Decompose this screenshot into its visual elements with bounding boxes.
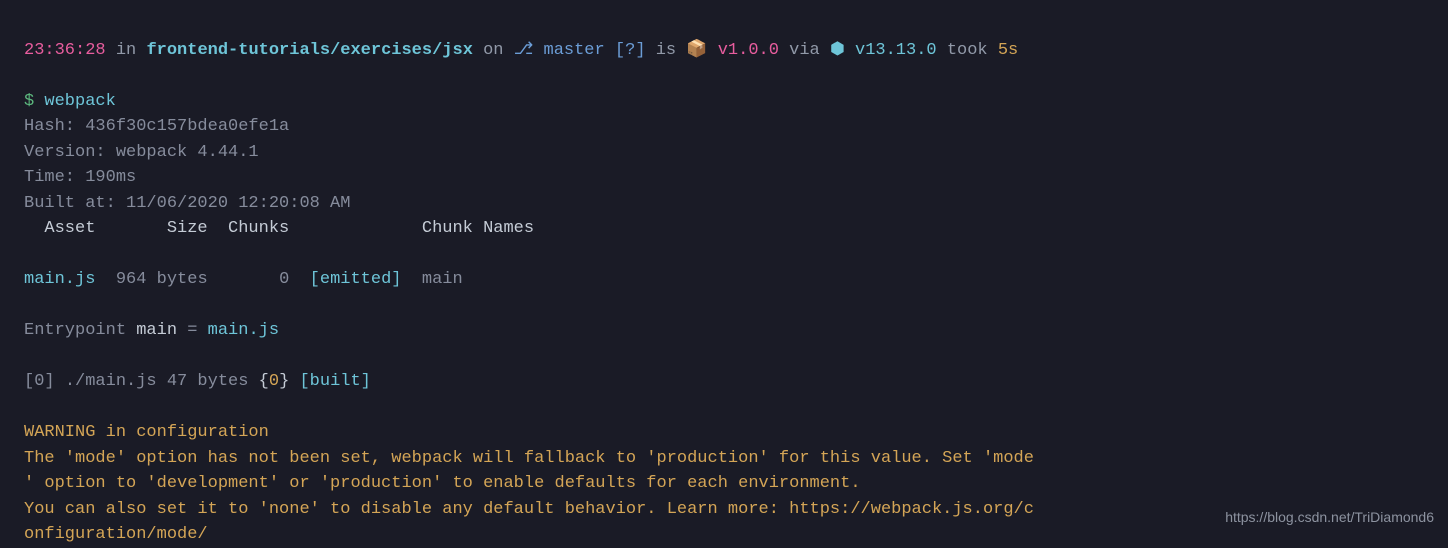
entrypoint-label: Entrypoint [24,321,136,340]
prompt-line: 23:36:28 in frontend-tutorials/exercises… [24,12,1424,63]
asset-emitted: [emitted] [289,270,422,289]
output-version: Version: webpack 4.44.1 [24,140,1424,166]
git-status: [?] [605,41,646,60]
node-icon: ⬢ [830,41,855,60]
prompt-time: 23:36:28 [24,41,106,60]
module-path: ./main.js 47 bytes [65,372,259,391]
module-chunk: 0 [269,372,279,391]
node-version: v13.13.0 [855,41,937,60]
package-icon: 📦 [686,41,717,60]
git-branch-icon: ⎇ [514,41,544,60]
module-built: [built] [289,372,371,391]
output-time: Time: 190ms [24,165,1424,191]
command-text: webpack [44,92,115,111]
prompt-path: frontend-tutorials/exercises/jsx [146,41,472,60]
prompt-via: via [779,41,830,60]
asset-size: 964 bytes [95,270,279,289]
git-branch: master [544,41,605,60]
output-built-at: Built at: 11/06/2020 12:20:08 AM [24,191,1424,217]
package-version: v1.0.0 [718,41,779,60]
entrypoint-eq: = [177,321,208,340]
warning-line3: You can also set it to 'none' to disable… [24,497,1424,523]
warning-line1: The 'mode' option has not been set, webp… [24,446,1424,472]
command-line[interactable]: $ webpack [24,63,1424,114]
entrypoint-file: main.js [208,321,279,340]
output-table-header: Asset Size Chunks Chunk Names [24,216,1424,242]
module-id: [0] [24,372,65,391]
prompt-is: is [646,41,687,60]
entrypoint-main: main [136,321,177,340]
warning-line2: ' option to 'development' or 'production… [24,471,1424,497]
prompt-duration: 5s [998,41,1018,60]
asset-chunk-name: main [422,270,463,289]
warning-title: WARNING in configuration [24,420,1424,446]
blank-line [24,395,1424,421]
prompt-took: took [937,41,998,60]
output-entrypoint: Entrypoint main = main.js [24,293,1424,344]
output-module: [0] ./main.js 47 bytes {0} [built] [24,344,1424,395]
warning-line4: onfiguration/mode/ [24,522,1424,548]
asset-chunk-id: 0 [279,270,289,289]
prompt-in: in [106,41,147,60]
watermark: https://blog.csdn.net/TriDiamond6 [1225,507,1434,528]
module-brace-close: } [279,372,289,391]
prompt-on: on [473,41,514,60]
output-asset-row: main.js 964 bytes 0 [emitted] main [24,242,1424,293]
prompt-symbol: $ [24,92,44,111]
output-hash: Hash: 436f30c157bdea0efe1a [24,114,1424,140]
module-brace-open: { [259,372,269,391]
asset-name: main.js [24,270,95,289]
